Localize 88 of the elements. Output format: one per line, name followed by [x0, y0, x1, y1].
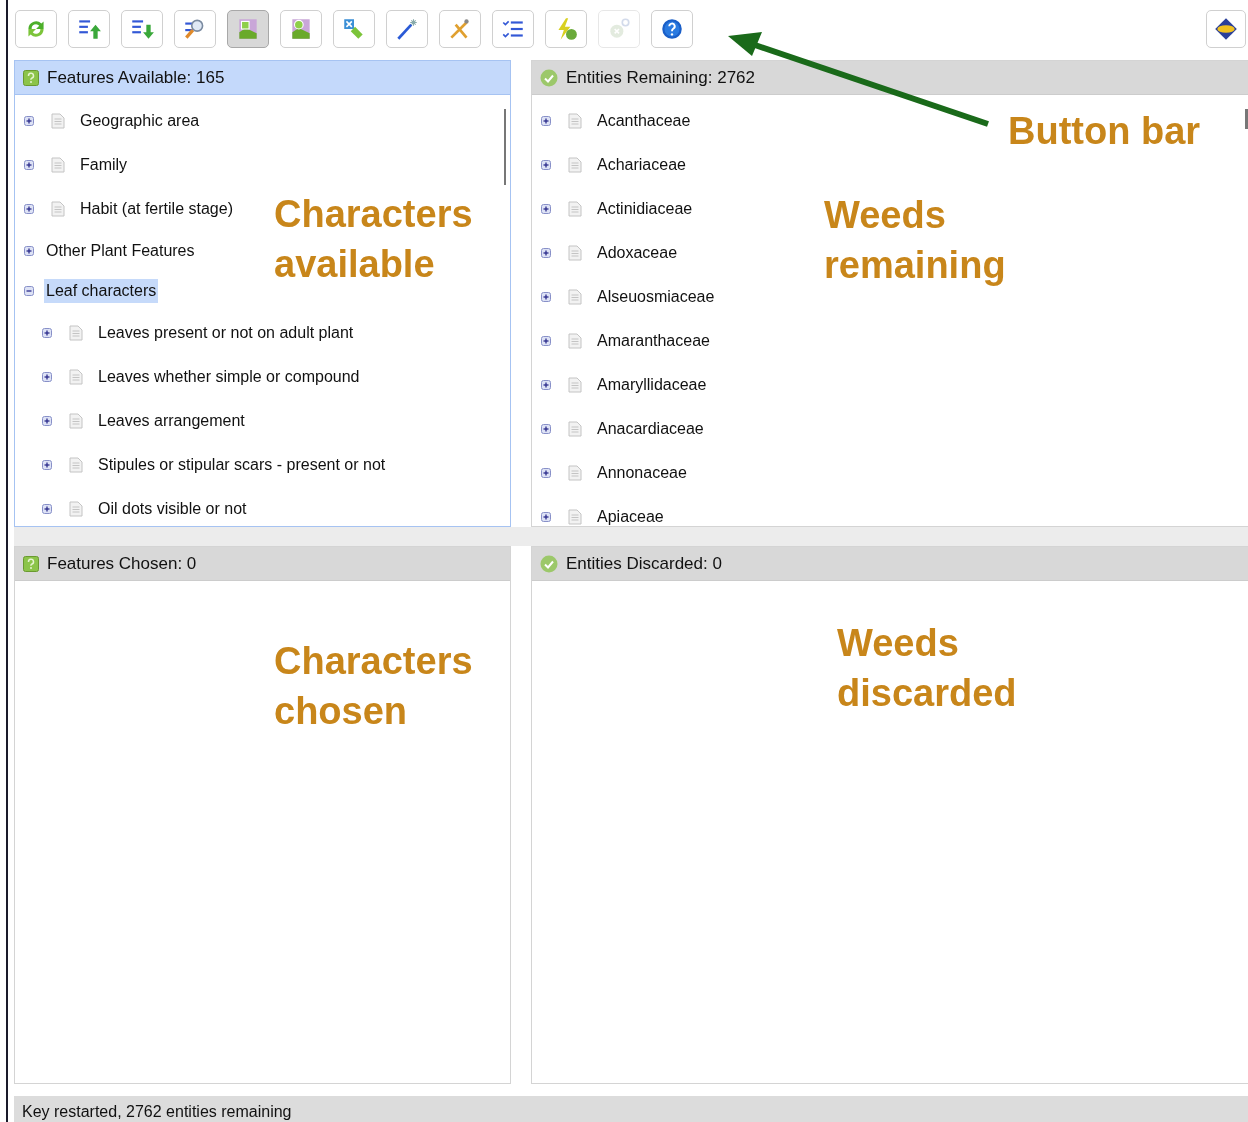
document-icon	[568, 201, 582, 217]
toolbar-button[interactable]	[227, 10, 269, 48]
tree-item[interactable]: Leaves whether simple or compound	[96, 365, 362, 389]
tree-item[interactable]: Other Plant Features	[44, 239, 197, 263]
tree-item[interactable]: Adoxaceae	[595, 241, 680, 265]
expand-icon[interactable]	[24, 116, 34, 126]
tree-item[interactable]: Alseuosmiaceae	[595, 285, 717, 309]
expand-icon[interactable]	[541, 468, 551, 478]
tree-item[interactable]: Leaf characters	[44, 279, 159, 303]
document-icon	[69, 501, 83, 517]
expand-icon[interactable]	[42, 460, 52, 470]
panel-title: Features Available: 165	[47, 66, 225, 89]
expand-icon[interactable]	[24, 160, 34, 170]
tree-item[interactable]: Habit (at fertile stage)	[78, 197, 235, 221]
expand-icon[interactable]	[42, 328, 52, 338]
tree-item[interactable]: Oil dots visible or not	[96, 497, 249, 521]
annotation-label: Characters chosen	[274, 639, 473, 734]
toolbar-button[interactable]	[121, 10, 163, 48]
tree-item[interactable]: Family	[78, 153, 130, 177]
expand-icon[interactable]	[24, 246, 34, 256]
toolbar-button[interactable]	[386, 10, 428, 48]
document-icon	[69, 325, 83, 341]
scrollbar[interactable]	[504, 109, 506, 185]
document-icon	[568, 157, 582, 173]
tree-item[interactable]: Annonaceae	[595, 461, 689, 485]
diamond-logo-icon	[1213, 16, 1239, 42]
question-mark-icon	[23, 555, 39, 572]
expand-icon[interactable]	[541, 204, 551, 214]
annotation-label: Weeds remaining	[824, 193, 1006, 288]
panel-title: Features Chosen: 0	[47, 552, 197, 575]
document-icon	[568, 509, 582, 525]
check-circle-icon	[540, 554, 558, 573]
expand-icon[interactable]	[24, 204, 34, 214]
annotation-label: Button bar	[1008, 109, 1201, 154]
question-mark-icon	[23, 69, 39, 86]
help-icon	[659, 16, 685, 42]
expand-icon[interactable]	[541, 160, 551, 170]
document-icon	[568, 377, 582, 393]
expand-icon[interactable]	[541, 380, 551, 390]
scrollbar[interactable]	[1245, 109, 1248, 129]
document-icon	[568, 113, 582, 129]
expand-icon[interactable]	[541, 336, 551, 346]
expand-icon[interactable]	[42, 372, 52, 382]
document-icon	[69, 369, 83, 385]
toolbar-button[interactable]	[333, 10, 375, 48]
tree-item[interactable]: Stipules or stipular scars - present or not	[96, 453, 388, 477]
document-icon	[69, 413, 83, 429]
tree-item[interactable]: Geographic area	[78, 109, 202, 133]
annotation-label: Characters available	[274, 192, 473, 287]
tree-item[interactable]: Acanthaceae	[595, 109, 693, 133]
panel-title: Entities Remaining: 2762	[566, 66, 755, 89]
tree-item[interactable]: Amaryllidaceae	[595, 373, 709, 397]
document-icon	[568, 421, 582, 437]
tree-item[interactable]: Achariaceae	[595, 153, 688, 177]
document-icon	[568, 289, 582, 305]
document-icon	[51, 113, 65, 129]
expand-icon[interactable]	[541, 292, 551, 302]
collapse-icon[interactable]	[24, 286, 34, 296]
tree-item[interactable]: Apiaceae	[595, 505, 666, 526]
logo-button[interactable]	[1206, 10, 1246, 48]
document-icon	[51, 157, 65, 173]
panel-title: Entities Discarded: 0	[566, 552, 722, 575]
expand-icon[interactable]	[541, 248, 551, 258]
toolbar-button[interactable]	[651, 10, 693, 48]
tree-item[interactable]: Actinidiaceae	[595, 197, 695, 221]
annotation-label: Weeds discarded	[837, 621, 1017, 716]
expand-icon[interactable]	[42, 416, 52, 426]
toolbar-button[interactable]	[68, 10, 110, 48]
tree-item[interactable]: Anacardiaceae	[595, 417, 706, 441]
check-circle-icon	[540, 68, 558, 87]
document-icon	[568, 245, 582, 261]
toolbar-button[interactable]	[545, 10, 587, 48]
document-icon	[568, 465, 582, 481]
tree-item[interactable]: Leaves present or not on adult plant	[96, 321, 356, 345]
expand-icon[interactable]	[541, 116, 551, 126]
tree-item[interactable]: Amaranthaceae	[595, 329, 712, 353]
document-icon	[69, 457, 83, 473]
toolbar-button[interactable]	[174, 10, 216, 48]
toolbar-button[interactable]	[15, 10, 57, 48]
expand-icon[interactable]	[42, 504, 52, 514]
document-icon	[568, 333, 582, 349]
expand-icon[interactable]	[541, 424, 551, 434]
tree-item[interactable]: Leaves arrangement	[96, 409, 247, 433]
toolbar-button[interactable]	[280, 10, 322, 48]
status-text: Key restarted, 2762 entities remaining	[22, 1102, 292, 1122]
document-icon	[51, 201, 65, 217]
expand-icon[interactable]	[541, 512, 551, 522]
toolbar-button[interactable]	[492, 10, 534, 48]
